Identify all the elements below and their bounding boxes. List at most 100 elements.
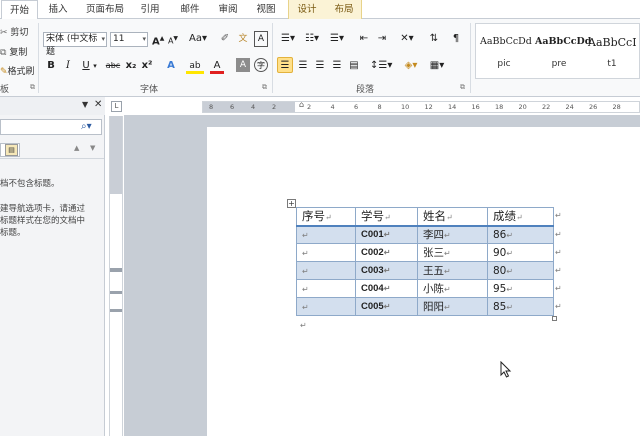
tab-mailings[interactable]: 邮件: [174, 0, 206, 19]
tab-table-design[interactable]: 设计: [291, 0, 323, 19]
table-header-cell[interactable]: 学号↵: [355, 207, 418, 227]
tab-references[interactable]: 引用: [134, 0, 166, 19]
row-end-mark: ↵: [555, 302, 562, 311]
style-item[interactable]: AaBbCcDd pic: [476, 24, 536, 78]
chinese-layout-icon[interactable]: ✕▾: [396, 31, 418, 47]
table-cell[interactable]: 王五↵: [417, 261, 488, 280]
align-center-icon[interactable]: ☰: [296, 58, 310, 74]
table-cell[interactable]: 张三↵: [417, 243, 488, 262]
phonetic-guide-icon[interactable]: 文: [236, 31, 250, 47]
bold-button[interactable]: B: [45, 58, 57, 74]
table-cell[interactable]: 李四↵: [417, 225, 488, 244]
numbering-icon[interactable]: ☷▾: [302, 31, 322, 47]
table-header-cell[interactable]: 序号↵: [296, 207, 356, 227]
horizontal-ruler[interactable]: 8 6 4 2 2 4 6 8 10 12 14 16 18 20 22 24 26 28 ⌂: [202, 100, 640, 113]
vertical-ruler[interactable]: [109, 116, 123, 436]
italic-button[interactable]: I: [62, 58, 74, 74]
table-cell[interactable]: C003↵: [355, 261, 418, 280]
copy-button[interactable]: ⧉ 复制: [0, 45, 27, 58]
table-cell[interactable]: C002↵: [355, 243, 418, 262]
align-right-icon[interactable]: ☰: [313, 58, 327, 74]
page-thumbnails-icon[interactable]: ▤: [5, 144, 18, 156]
bullets-icon[interactable]: ☰▾: [278, 31, 298, 47]
format-painter-button[interactable]: ✎格式刷: [0, 64, 35, 77]
show-marks-icon[interactable]: ¶: [449, 31, 463, 47]
line-spacing-icon[interactable]: ↕☰▾: [370, 58, 392, 74]
ruler-row-marker[interactable]: [110, 268, 122, 272]
tab-selector-icon[interactable]: L: [111, 101, 122, 112]
table-cell[interactable]: ↵: [296, 297, 356, 316]
justify-icon[interactable]: ☰: [330, 58, 344, 74]
table-cell[interactable]: ↵: [296, 261, 356, 280]
chevron-down-icon[interactable]: ▾: [92, 58, 98, 74]
distributed-icon[interactable]: ▤: [347, 58, 361, 74]
table-header-cell[interactable]: 成绩↵: [487, 207, 554, 227]
style-item[interactable]: AaBbCcI t1: [584, 24, 640, 78]
shrink-font-button[interactable]: A▼: [167, 31, 179, 47]
font-size-box[interactable]: 11 ▾: [110, 32, 148, 47]
tab-page-layout[interactable]: 页面布局: [82, 0, 128, 19]
chevron-down-icon[interactable]: ▼: [82, 100, 88, 109]
search-icon[interactable]: ⌕▾: [81, 121, 92, 132]
next-heading-icon[interactable]: ▼: [90, 144, 95, 152]
nav-message-line: 标题。: [0, 228, 26, 238]
table-resize-handle[interactable]: [552, 316, 557, 321]
borders-icon[interactable]: ▦▾: [426, 58, 448, 74]
shading-icon[interactable]: ◈▾: [400, 58, 422, 74]
table-cell[interactable]: ↵: [296, 279, 356, 298]
ruler-tick-label: 14: [448, 103, 457, 111]
ruler-tick-label: 28: [612, 103, 621, 111]
clear-format-icon[interactable]: ✐: [218, 31, 232, 47]
superscript-button[interactable]: x²: [140, 58, 154, 74]
underline-button[interactable]: U: [80, 58, 92, 74]
character-shading-icon[interactable]: A: [236, 58, 250, 72]
ruler-row-marker[interactable]: [110, 309, 122, 312]
strikethrough-button[interactable]: abc: [104, 58, 122, 74]
tab-view[interactable]: 视图: [250, 0, 282, 19]
table-cell[interactable]: 80↵: [487, 261, 554, 280]
table-cell[interactable]: 95↵: [487, 279, 554, 298]
enclose-characters-icon[interactable]: 字: [254, 58, 268, 72]
highlight-button[interactable]: ab: [186, 58, 204, 74]
font-color-button[interactable]: A: [210, 58, 224, 74]
table-cell[interactable]: ↵: [296, 225, 356, 244]
text-effects-icon[interactable]: A: [163, 58, 179, 74]
table-header-cell[interactable]: 姓名↵: [417, 207, 488, 227]
table-cell[interactable]: C004↵: [355, 279, 418, 298]
table-cell[interactable]: C001↵: [355, 225, 418, 244]
close-icon[interactable]: ✕: [94, 99, 102, 110]
style-item[interactable]: AaBbCcDd pre: [531, 24, 591, 78]
font-group-label: 字体: [140, 85, 159, 95]
tab-insert[interactable]: 插入: [42, 0, 74, 19]
increase-indent-icon[interactable]: ⇥: [374, 31, 390, 47]
decrease-indent-icon[interactable]: ⇤: [356, 31, 372, 47]
clipboard-launcher-icon[interactable]: ⧉: [30, 83, 35, 92]
table-cell[interactable]: 90↵: [487, 243, 554, 262]
font-name-box[interactable]: 宋体 (中文标题 ▾: [43, 32, 107, 57]
sort-icon[interactable]: ⇅: [425, 31, 443, 47]
table-cell[interactable]: 85↵: [487, 297, 554, 316]
table-cell[interactable]: 86↵: [487, 225, 554, 244]
table-move-handle-icon[interactable]: +: [287, 199, 296, 208]
indent-marker-icon[interactable]: ⌂: [299, 100, 304, 109]
table-cell[interactable]: 阳阳↵: [417, 297, 488, 316]
align-left-icon[interactable]: ☰: [277, 57, 293, 73]
table-cell[interactable]: ↵: [296, 243, 356, 262]
character-border-icon[interactable]: A: [254, 31, 268, 47]
font-launcher-icon[interactable]: ⧉: [262, 83, 267, 92]
multilevel-list-icon[interactable]: ☰▾: [326, 31, 348, 47]
previous-heading-icon[interactable]: ▲: [74, 144, 79, 152]
paragraph-launcher-icon[interactable]: ⧉: [460, 83, 465, 92]
cut-button[interactable]: ✂ 剪切: [0, 25, 28, 38]
grow-font-button[interactable]: A▲: [152, 31, 164, 47]
search-input[interactable]: ⌕▾: [0, 119, 102, 135]
table-cell[interactable]: C005↵: [355, 297, 418, 316]
ruler-row-marker[interactable]: [110, 291, 122, 294]
tab-review[interactable]: 审阅: [212, 0, 244, 19]
subscript-button[interactable]: x₂: [124, 58, 138, 74]
data-table[interactable]: 序号↵ 学号↵ 姓名↵ 成绩↵ ↵ C001↵ 李四↵ 86↵ ↵ C002↵ …: [296, 207, 554, 316]
tab-home[interactable]: 开始: [1, 0, 38, 20]
change-case-button[interactable]: Aa▾: [188, 31, 208, 47]
table-cell[interactable]: 小陈↵: [417, 279, 488, 298]
tab-table-layout[interactable]: 布局: [328, 0, 360, 19]
